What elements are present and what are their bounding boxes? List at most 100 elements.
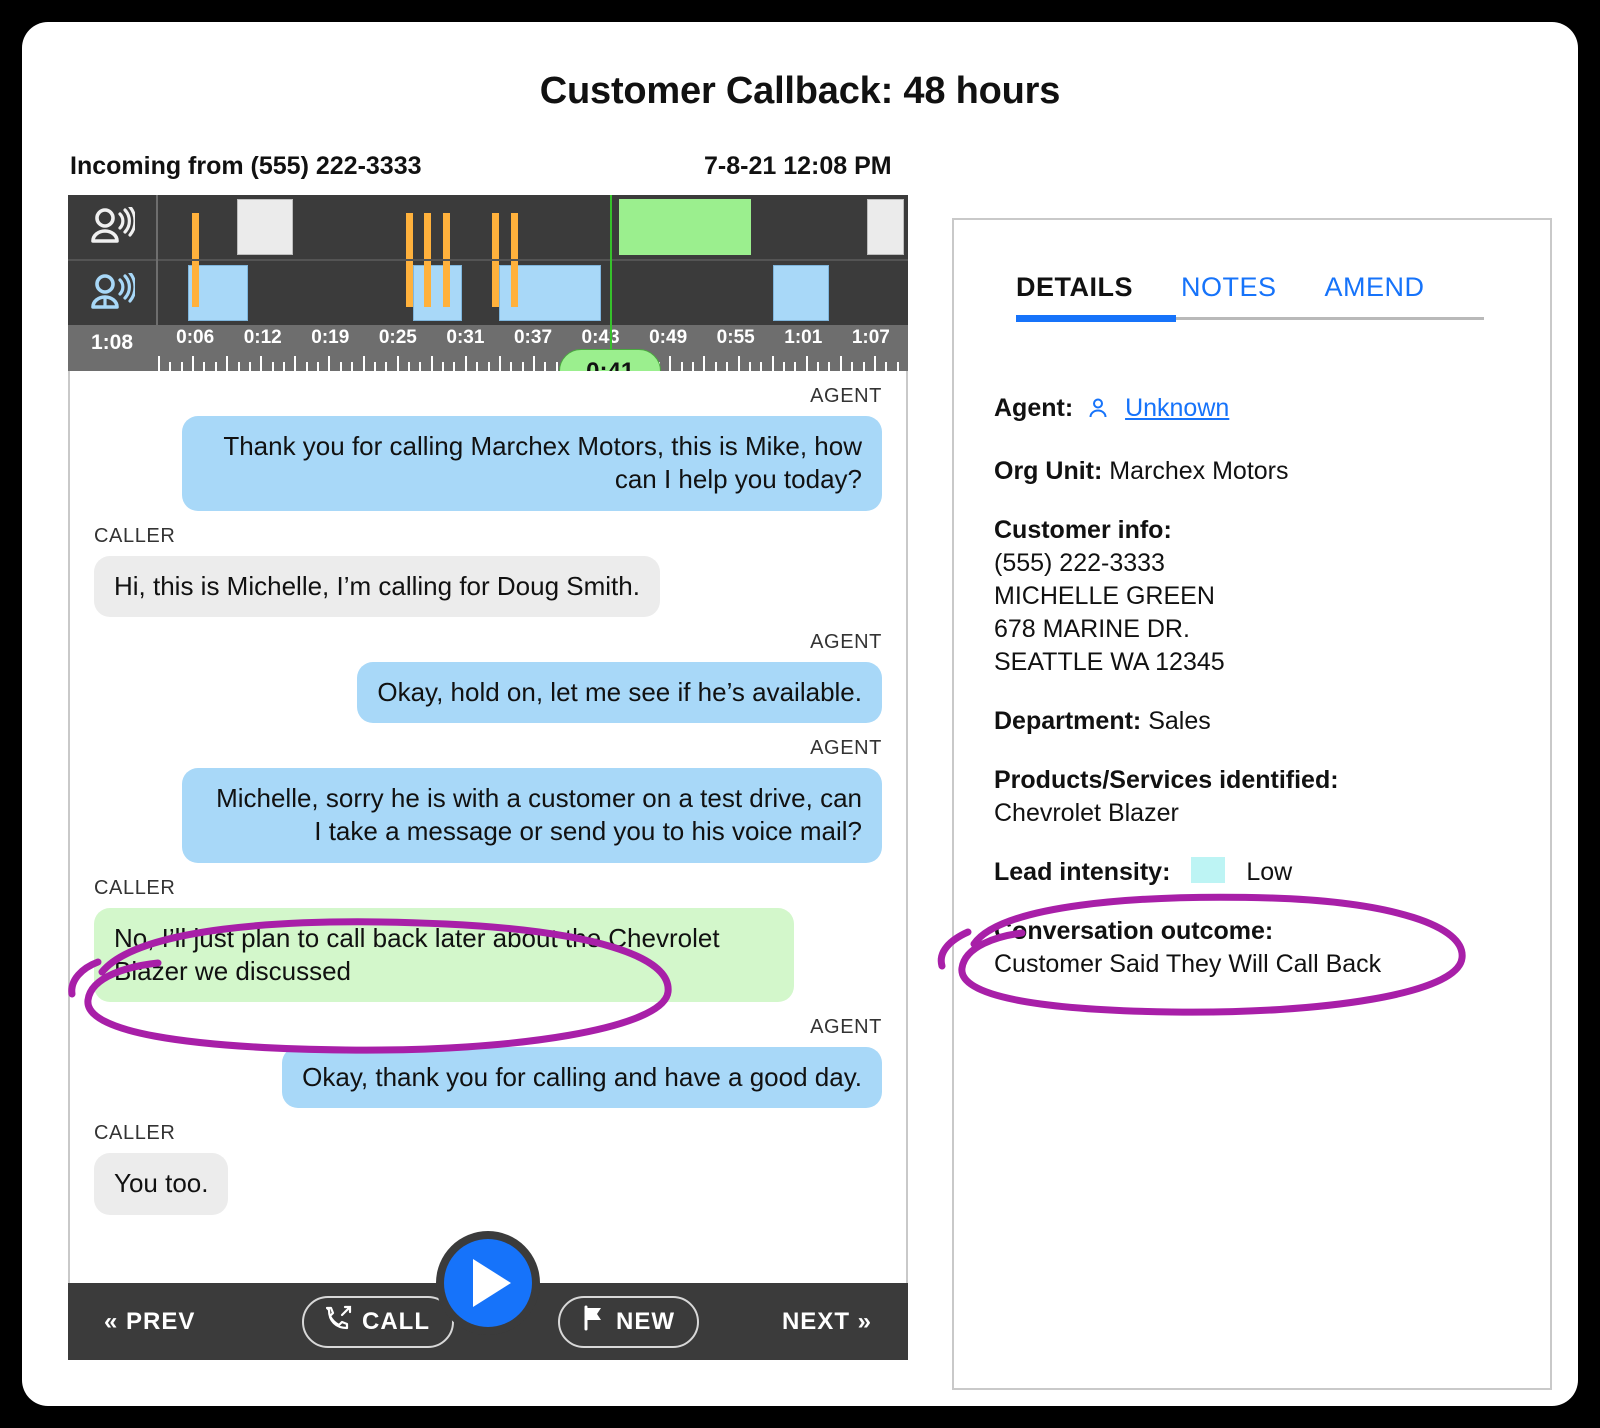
- lead-intensity-label: Lead intensity:: [994, 858, 1170, 886]
- timeline-ruler-tick: [238, 362, 240, 371]
- prev-button[interactable]: « PREV: [104, 1308, 195, 1336]
- timeline-ruler-tick: [363, 356, 365, 371]
- tab-amend[interactable]: AMEND: [1325, 272, 1425, 303]
- timeline-ruler-tick: [794, 362, 796, 371]
- transcript-bubble[interactable]: Okay, thank you for calling and have a g…: [282, 1047, 882, 1108]
- timeline-ruler[interactable]: 1:08 0:060:120:190:250:310:370:430:490:5…: [68, 325, 908, 371]
- transcript-message[interactable]: AGENTOkay, hold on, let me see if he’s a…: [94, 631, 882, 723]
- timeline-ruler-tick: [317, 362, 319, 371]
- page-title: Customer Callback: 48 hours: [22, 70, 1578, 113]
- timeline-keyword-mark: [511, 213, 518, 259]
- timeline-keyword-mark: [192, 261, 199, 307]
- transcript-message[interactable]: CALLER Hi, this is Michelle, I’m calling …: [94, 525, 882, 617]
- agent-row: Agent: Unknown: [994, 392, 1524, 429]
- timeline-ruler-tick: [465, 356, 467, 371]
- timeline-keyword-mark: [443, 213, 450, 259]
- new-button[interactable]: NEW: [558, 1296, 699, 1348]
- timeline-ruler-tick: [249, 362, 251, 371]
- tab-underline: [1016, 317, 1484, 320]
- timeline-ruler-tick: [272, 362, 274, 371]
- details-body: Agent: Unknown Org Unit: Marchex Motors …: [994, 392, 1524, 1007]
- timeline-tick-label: 0:12: [244, 327, 282, 349]
- transcript-bubble[interactable]: Okay, hold on, let me see if he’s availa…: [357, 662, 882, 723]
- timeline-segment: [413, 265, 462, 321]
- timeline-ruler-tick: [192, 356, 194, 371]
- lead-intensity-value: Low: [1246, 858, 1292, 886]
- timeline-ruler-tick: [863, 362, 865, 371]
- transcript-message[interactable]: CALLER You too.: [94, 1122, 882, 1214]
- timeline-ruler-tick: [158, 356, 160, 371]
- timeline-ruler-tick: [874, 356, 876, 371]
- timeline-segment: [773, 265, 829, 321]
- incoming-number-label: Incoming from (555) 222-3333: [70, 152, 422, 181]
- lead-intensity-row: Lead intensity: Low: [994, 856, 1524, 889]
- customer-info-label: Customer info:: [994, 516, 1172, 544]
- timeline-ruler-tick: [817, 362, 819, 371]
- timeline-track-top[interactable]: [158, 195, 908, 259]
- department-label: Department:: [994, 707, 1141, 735]
- timeline-ruler-tick: [749, 362, 751, 371]
- timeline-ruler-tick: [260, 356, 262, 371]
- transcript-bubble[interactable]: You too.: [94, 1153, 228, 1214]
- timeline-ruler-tick: [760, 362, 762, 371]
- conversation-outcome-label: Conversation outcome:: [994, 917, 1273, 945]
- call-button[interactable]: CALL: [302, 1296, 454, 1348]
- transcript-speaker-label: CALLER: [94, 1122, 882, 1145]
- transcript-message[interactable]: CALLERNo, I’ll just plan to call back la…: [94, 877, 882, 1003]
- timeline-ruler-tick: [840, 356, 842, 371]
- products-label: Products/Services identified:: [994, 766, 1339, 794]
- transcript-bubble[interactable]: No, I’ll just plan to call back later ab…: [94, 908, 794, 1003]
- new-button-label: NEW: [616, 1308, 675, 1336]
- timeline-ruler-tick: [806, 356, 808, 371]
- play-icon: [473, 1259, 511, 1307]
- timeline-tick-label: 0:43: [582, 327, 620, 349]
- tab-active-indicator: [1016, 315, 1176, 322]
- transcript-speaker-label: AGENT: [94, 737, 882, 760]
- transcript-bubble[interactable]: Michelle, sorry he is with a customer on…: [182, 768, 882, 863]
- conversation-outcome-row: Conversation outcome: Customer Said They…: [994, 915, 1524, 981]
- call-player: 1:08 0:060:120:190:250:310:370:430:490:5…: [68, 195, 908, 1360]
- call-timeline[interactable]: 1:08 0:060:120:190:250:310:370:430:490:5…: [68, 195, 908, 371]
- tab-notes[interactable]: NOTES: [1181, 272, 1277, 303]
- timeline-segment: [237, 199, 293, 255]
- agent-link[interactable]: Unknown: [1125, 394, 1229, 422]
- timeline-row-bottom: [68, 261, 908, 325]
- timeline-ruler-tick: [556, 362, 558, 371]
- timeline-ruler-tick: [885, 362, 887, 371]
- next-button[interactable]: NEXT »: [782, 1308, 872, 1336]
- org-unit-value: Marchex Motors: [1109, 457, 1288, 485]
- transcript-bubble[interactable]: Hi, this is Michelle, I’m calling for Do…: [94, 556, 660, 617]
- play-button[interactable]: [436, 1231, 540, 1335]
- timeline-ruler-tick: [669, 356, 671, 371]
- timeline-ruler-tick: [294, 356, 296, 371]
- details-tabs: DETAILS NOTES AMEND: [1016, 272, 1484, 320]
- timeline-playhead[interactable]: [610, 195, 612, 371]
- transcript-list[interactable]: AGENT Thank you for calling Marchex Motor…: [68, 371, 908, 1283]
- department-row: Department: Sales: [994, 705, 1524, 738]
- customer-info-row: Customer info: (555) 222-3333 MICHELLE G…: [994, 514, 1524, 679]
- timeline-track-bottom[interactable]: [158, 261, 908, 325]
- timeline-tick-label: 0:55: [717, 327, 755, 349]
- timeline-ruler-tick: [738, 356, 740, 371]
- timeline-ruler-tick: [215, 362, 217, 371]
- transcript-message[interactable]: AGENT Michelle, sorry he is with a custom…: [94, 737, 882, 863]
- transcript-message[interactable]: AGENTOkay, thank you for calling and hav…: [94, 1016, 882, 1108]
- timeline-ruler-tick: [715, 362, 717, 371]
- products-row: Products/Services identified: Chevrolet …: [994, 764, 1524, 830]
- timeline-tick-label: 1:01: [784, 327, 822, 349]
- tab-details[interactable]: DETAILS: [1016, 272, 1133, 303]
- timeline-tick-label: 0:06: [176, 327, 214, 349]
- timeline-keyword-mark: [192, 213, 199, 259]
- transcript-message[interactable]: AGENTThank you for calling Marchex Motor…: [94, 385, 882, 511]
- timeline-keyword-mark: [443, 261, 450, 307]
- timeline-row-top: [68, 195, 908, 259]
- conversation-outcome-value: Customer Said They Will Call Back: [994, 948, 1524, 981]
- timeline-ruler-ticks: [158, 354, 908, 371]
- timeline-tick-label: 0:31: [446, 327, 484, 349]
- timeline-ruler-tick: [169, 362, 171, 371]
- timeline-ruler-tick: [431, 356, 433, 371]
- transcript-bubble[interactable]: Thank you for calling Marchex Motors, th…: [182, 416, 882, 511]
- transcript-speaker-label: CALLER: [94, 525, 882, 548]
- timeline-ruler-tick: [897, 362, 899, 371]
- call-button-label: CALL: [362, 1308, 430, 1336]
